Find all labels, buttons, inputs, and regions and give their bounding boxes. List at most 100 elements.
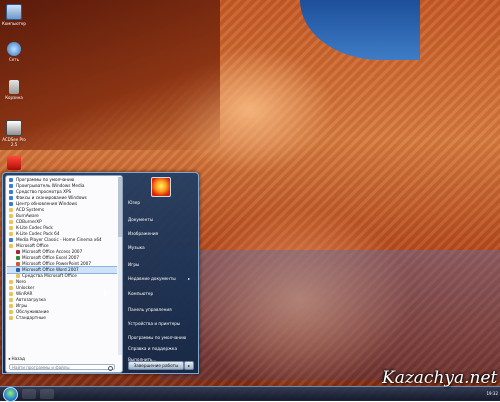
- acdsee-icon: [6, 120, 22, 136]
- program-label: WinRAR: [16, 291, 33, 296]
- place-label: Устройства и принтеры: [128, 321, 181, 326]
- place-label: Документы: [128, 217, 154, 222]
- start-menu-place-item[interactable]: Музыка: [128, 244, 192, 251]
- desktop-icon-computer[interactable]: Компьютер: [2, 4, 26, 26]
- start-menu-place-item[interactable]: Изображения: [128, 230, 192, 237]
- start-menu-place-item[interactable]: Игры: [128, 261, 192, 268]
- ppt-app-icon: [16, 262, 20, 266]
- wallpaper-reflection: [160, 250, 500, 380]
- program-label: BurnAware: [16, 213, 39, 218]
- program-label: Средства Microsoft Office: [22, 273, 77, 278]
- wallpaper-sky: [300, 0, 420, 60]
- start-menu-place-item[interactable]: Юзер: [128, 199, 192, 206]
- watermark: Kazachya.net: [382, 368, 498, 388]
- place-label: Музыка: [128, 245, 145, 250]
- taskbar: 19:32: [0, 386, 500, 402]
- desktop-icon-label: Компьютер: [2, 21, 26, 26]
- start-menu-place-item[interactable]: Программы по умолчанию: [128, 334, 192, 341]
- app-app-icon: [9, 178, 13, 182]
- search-placeholder: Найти программы и файлы: [12, 365, 70, 370]
- desktop-icon-acdsee[interactable]: ACDSee Pro 2.5: [2, 120, 26, 147]
- desktop-icon-pdf[interactable]: [2, 156, 26, 171]
- shutdown-label: Завершение работы: [133, 363, 179, 368]
- programs-scrollbar-thumb[interactable]: [118, 177, 122, 237]
- start-menu-place-item[interactable]: Компьютер: [128, 290, 192, 297]
- start-menu-place-item[interactable]: Панель управления: [128, 306, 192, 313]
- program-label: Microsoft Office PowerPoint 2007: [22, 261, 91, 266]
- start-menu-place-item[interactable]: Справка и поддержка: [128, 345, 192, 352]
- folder-icon: [9, 298, 13, 302]
- taskbar-pinned-explorer[interactable]: [22, 389, 36, 399]
- start-menu-place-item[interactable]: Выполнить...: [128, 356, 192, 363]
- folder-icon: [9, 280, 13, 284]
- program-label: K-Lite Codec Pack: [16, 225, 53, 230]
- program-label: Стандартные: [16, 315, 46, 320]
- start-menu-place-item[interactable]: Документы: [128, 216, 192, 223]
- start-menu: Программы по умолчанию Проигрыватель Wind…: [2, 172, 199, 374]
- folder-icon: [9, 316, 13, 320]
- program-label: Центр обновления Windows: [16, 201, 78, 206]
- program-label: Microsoft Office Access 2007: [22, 249, 83, 254]
- desktop-icon-label: ACDSee Pro 2.5: [2, 137, 26, 147]
- place-label: Игры: [128, 262, 140, 267]
- desktop-icon-network[interactable]: Сеть: [2, 42, 26, 62]
- program-label: CDBurnerXP: [16, 219, 42, 224]
- recycle-bin-icon: [9, 80, 19, 94]
- place-label: Изображения: [128, 231, 159, 236]
- pdf-icon: [7, 156, 21, 170]
- start-menu-place-item[interactable]: Недавние документы ▸: [128, 275, 192, 282]
- wallpaper-shadow: [0, 0, 220, 150]
- program-label: Обслуживание: [16, 309, 49, 314]
- place-label: Компьютер: [128, 291, 154, 296]
- app-app-icon: [9, 202, 13, 206]
- place-label: Недавние документы: [128, 276, 176, 281]
- place-label: Юзер: [128, 200, 140, 205]
- system-tray-clock[interactable]: 19:32: [486, 390, 498, 398]
- app-app-icon: [9, 190, 13, 194]
- place-label: Программы по умолчанию: [128, 335, 187, 340]
- app-app-icon: [9, 196, 13, 200]
- folder-icon: [9, 244, 13, 248]
- network-icon: [7, 42, 21, 56]
- place-label: Выполнить...: [128, 357, 157, 362]
- access-app-icon: [16, 250, 20, 254]
- excel-app-icon: [16, 256, 20, 260]
- mouse-cursor-icon: [104, 290, 107, 298]
- folder-icon: [16, 274, 20, 278]
- start-menu-place-item[interactable]: Устройства и принтеры: [128, 320, 192, 327]
- computer-icon: [6, 4, 22, 20]
- desktop-icon-recycle-bin[interactable]: Корзина: [2, 80, 26, 100]
- chevron-right-icon: ▸: [187, 363, 190, 368]
- program-label: Media Player Classic - Home Cinema x64: [16, 237, 102, 242]
- program-label: Unlocker: [16, 285, 35, 290]
- program-label: Microsoft Office Excel 2007: [22, 255, 80, 260]
- program-label: Microsoft Office: [16, 243, 49, 248]
- program-label: Игры: [16, 303, 28, 308]
- program-label: Проигрыватель Windows Media: [16, 183, 85, 188]
- program-label: Автозагрузка: [16, 297, 46, 302]
- desktop-icon-label: Корзина: [5, 95, 23, 100]
- program-label: Факсы и сканирование Windows: [16, 195, 87, 200]
- all-programs-list: Программы по умолчанию Проигрыватель Wind…: [7, 177, 117, 355]
- taskbar-pinned-media[interactable]: [40, 389, 54, 399]
- folder-icon: [9, 304, 13, 308]
- app-app-icon: [9, 238, 13, 242]
- start-menu-places-pane: Завершение работы ▸ Юзер Документы Изображ…: [124, 175, 196, 371]
- word-app-icon: [16, 268, 20, 272]
- program-label: K-Lite Codec Pack 64: [16, 231, 60, 236]
- program-label: Microsoft Office Word 2007: [22, 267, 79, 272]
- back-label: Назад: [11, 356, 25, 361]
- folder-icon: [9, 310, 13, 314]
- search-input[interactable]: Найти программы и файлы: [9, 364, 115, 371]
- program-list-item[interactable]: Стандартные: [7, 315, 117, 321]
- search-icon: [108, 366, 113, 371]
- folder-icon: [9, 208, 13, 212]
- back-button[interactable]: ◂ Назад: [8, 356, 118, 362]
- desktop-icon-label: Сеть: [9, 57, 19, 62]
- folder-icon: [9, 292, 13, 296]
- folder-icon: [9, 286, 13, 290]
- start-menu-programs-pane: Программы по умолчанию Проигрыватель Wind…: [5, 175, 123, 373]
- program-label: Программы по умолчанию: [16, 177, 75, 182]
- user-picture[interactable]: [151, 177, 171, 197]
- place-label: Справка и поддержка: [128, 346, 178, 351]
